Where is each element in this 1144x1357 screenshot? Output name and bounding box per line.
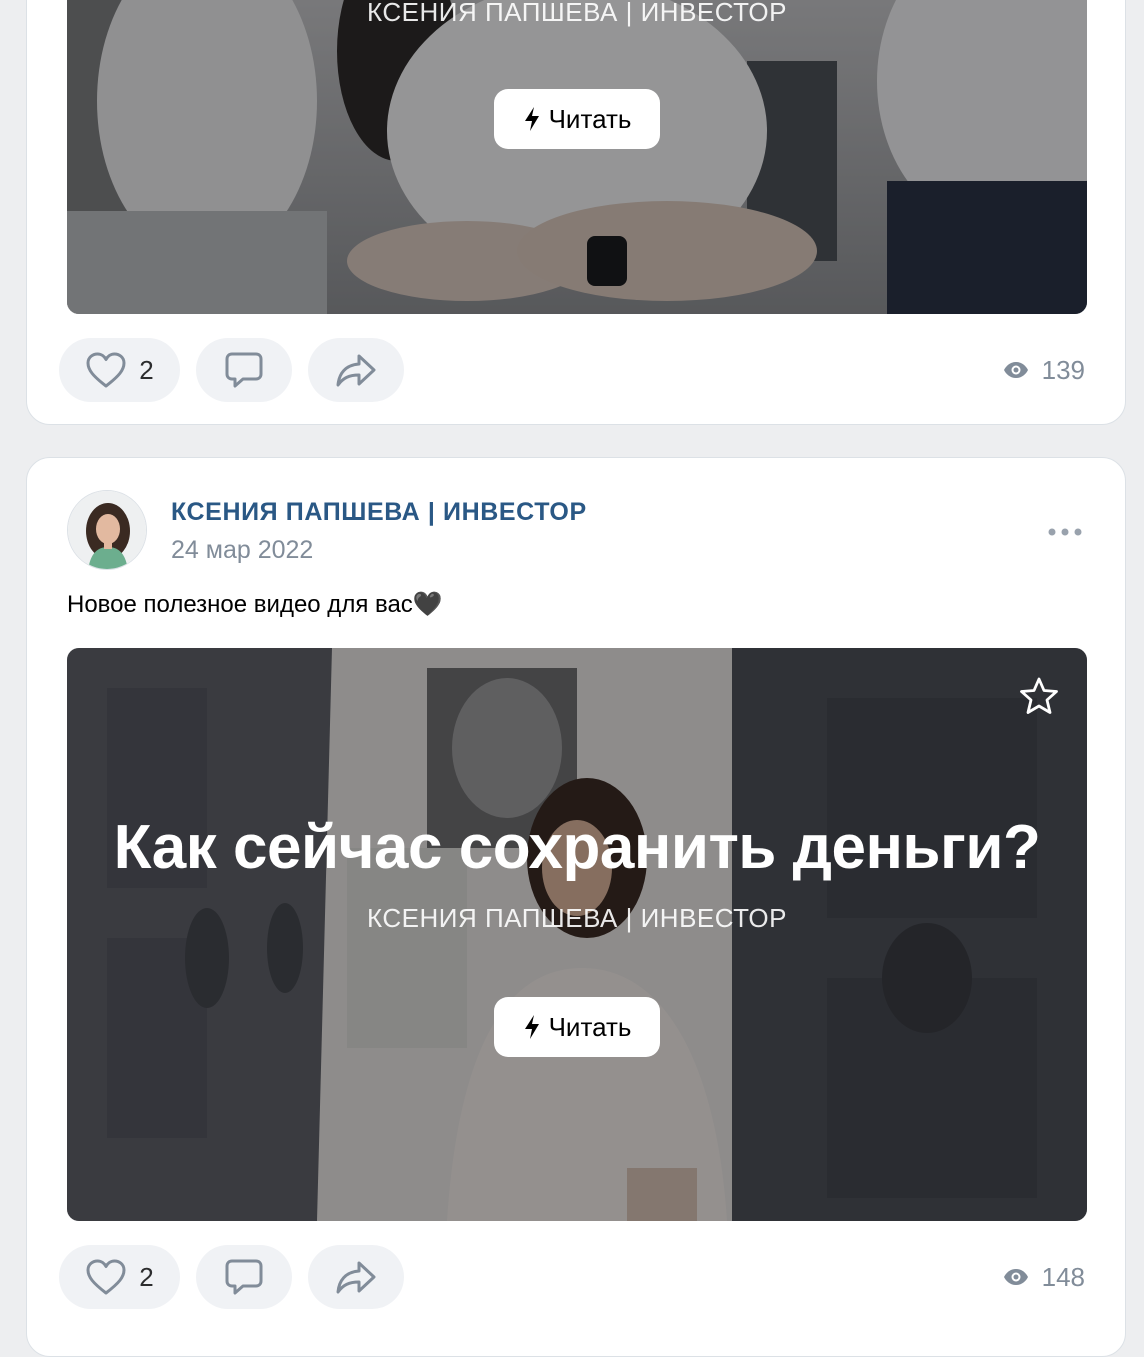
article-cover[interactable]: Как сейчас сохранить деньги? КСЕНИЯ ПАПШ… [67, 648, 1087, 1221]
read-button[interactable]: Читать [494, 997, 660, 1057]
heart-icon [86, 1259, 126, 1295]
like-button[interactable]: 2 [59, 1245, 180, 1309]
share-icon [336, 1261, 376, 1294]
like-count: 2 [139, 354, 154, 385]
like-count: 2 [139, 1261, 154, 1292]
views-counter: 148 [1002, 1245, 1085, 1309]
read-button[interactable]: Читать [494, 89, 660, 149]
star-icon[interactable] [1019, 676, 1059, 716]
post-header: КСЕНИЯ ПАПШЕВА | ИНВЕСТОР 24 мар 2022 [67, 490, 1085, 570]
heart-icon [86, 352, 126, 388]
more-dots-icon [1048, 528, 1082, 536]
cover-title: Как сейчас сохранить деньги? [113, 813, 1041, 882]
post-actions: 2 148 [59, 1245, 1093, 1309]
post-card: КСЕНИЯ ПАПШЕВА | ИНВЕСТОР 24 мар 2022 Но… [26, 457, 1126, 1357]
like-button[interactable]: 2 [59, 338, 180, 402]
share-button[interactable] [308, 1245, 404, 1309]
comment-icon [225, 352, 263, 388]
eye-icon [1003, 362, 1028, 378]
cover-overlay [67, 648, 1087, 1221]
more-button[interactable] [1045, 512, 1085, 552]
cover-overlay [67, 0, 1087, 314]
lightning-icon [524, 1015, 539, 1039]
share-button[interactable] [308, 338, 404, 402]
post-actions: 2 139 [59, 338, 1093, 402]
read-button-label: Читать [548, 103, 632, 134]
post-date[interactable]: 24 мар 2022 [171, 536, 313, 565]
comment-button[interactable] [196, 338, 292, 402]
post-text: Новое полезное видео для вас🖤 [67, 591, 443, 618]
article-cover[interactable]: КСЕНИЯ ПАПШЕВА | ИНВЕСТОР Читать [67, 0, 1087, 314]
comment-button[interactable] [196, 1245, 292, 1309]
post-card: КСЕНИЯ ПАПШЕВА | ИНВЕСТОР Читать 2 139 [26, 0, 1126, 425]
lightning-icon [524, 107, 539, 131]
views-count: 139 [1041, 354, 1085, 385]
comment-icon [225, 1259, 263, 1295]
avatar-photo [68, 491, 146, 569]
avatar[interactable] [67, 490, 147, 570]
views-counter: 139 [1002, 338, 1085, 402]
share-icon [336, 354, 376, 387]
views-count: 148 [1041, 1261, 1085, 1292]
cover-author: КСЕНИЯ ПАПШЕВА | ИНВЕСТОР [367, 903, 787, 933]
cover-author: КСЕНИЯ ПАПШЕВА | ИНВЕСТОР [367, 0, 787, 27]
post-author-link[interactable]: КСЕНИЯ ПАПШЕВА | ИНВЕСТОР [171, 498, 587, 527]
eye-icon [1003, 1269, 1028, 1285]
read-button-label: Читать [548, 1011, 632, 1042]
